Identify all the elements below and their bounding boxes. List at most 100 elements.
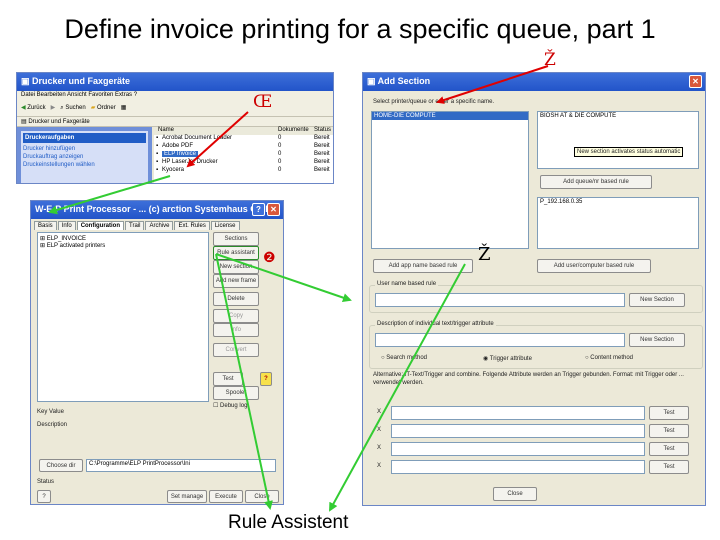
- printer-status: Bereit: [314, 151, 330, 157]
- queue-name-field[interactable]: BIOSH AT & DIE COMPUTE: [537, 111, 699, 169]
- back-button[interactable]: Zurück: [27, 105, 45, 111]
- view-icon[interactable]: ▦: [121, 105, 127, 111]
- app-name-rule-button[interactable]: Add app name based rule: [373, 259, 473, 273]
- step-marker-3-top: Ž: [544, 50, 556, 70]
- task-item-show-jobs[interactable]: Druckauftrag anzeigen: [23, 154, 146, 160]
- help-button[interactable]: ?: [260, 372, 272, 386]
- task-pane: Druckeraufgaben Drucker hinzufügen Druck…: [17, 127, 152, 183]
- queue-list[interactable]: HOME-DIE COMPUTE: [371, 111, 529, 249]
- spooler-button[interactable]: Spooler: [213, 386, 259, 400]
- row-test-button[interactable]: Test: [649, 442, 689, 456]
- column-docs[interactable]: Dokumente: [278, 127, 309, 133]
- ip-address-field[interactable]: P_192.168.0.35: [537, 197, 699, 249]
- condition-field[interactable]: [391, 406, 645, 420]
- list-item[interactable]: ▪ HP LaserJet Drucker 0 Bereit: [154, 159, 333, 167]
- close-icon[interactable]: ✕: [689, 75, 702, 88]
- tab-archive[interactable]: Archive: [145, 221, 174, 230]
- queue-item-selected[interactable]: HOME-DIE COMPUTE: [372, 112, 528, 120]
- choose-dir-button[interactable]: Choose dir: [39, 459, 83, 472]
- tab-trail[interactable]: Trail: [125, 221, 145, 230]
- tree-item[interactable]: ⊞ ELP activated printers: [40, 242, 206, 249]
- copy-button[interactable]: Copy: [213, 309, 259, 323]
- row-test-button[interactable]: Test: [649, 406, 689, 420]
- user-new-section-button[interactable]: New Section: [629, 293, 685, 307]
- list-item-selected[interactable]: ▪ ELP Invoice 0 Bereit: [154, 151, 333, 159]
- tooltip: New section activates status automatic: [574, 147, 684, 157]
- new-section-button[interactable]: New section: [213, 260, 259, 274]
- tree-item[interactable]: ⊞ ELP_INVOICE: [40, 235, 206, 242]
- sections-button[interactable]: Sections: [213, 232, 259, 246]
- add-new-frame-button[interactable]: Add new frame: [213, 274, 259, 288]
- radio-search[interactable]: ○ Search method: [381, 355, 427, 361]
- user-rule-button[interactable]: Add user/computer based rule: [537, 259, 651, 273]
- radio-content-label: Content method: [590, 355, 633, 361]
- test-button[interactable]: Test: [213, 372, 243, 386]
- step-marker-2: ❷: [263, 250, 276, 266]
- print-processor-window: W-E-P Print Processor - ... (c) arction …: [30, 200, 284, 505]
- explorer-menubar[interactable]: Datei Bearbeiten Ansicht Favoriten Extra…: [17, 91, 333, 101]
- tab-license[interactable]: License: [210, 221, 240, 230]
- radio-checked-icon[interactable]: ◉: [483, 356, 490, 362]
- task-item-print-prefs[interactable]: Druckeinstellungen wählen: [23, 162, 146, 168]
- folders-button[interactable]: Ordner: [97, 105, 116, 111]
- row-test-button[interactable]: Test: [649, 460, 689, 474]
- radio-content[interactable]: ○ Content method: [585, 355, 633, 361]
- execute-button[interactable]: Execute: [209, 490, 243, 503]
- dialog-icon: ▣: [367, 76, 378, 86]
- condition-field[interactable]: [391, 460, 645, 474]
- section-tree[interactable]: ⊞ ELP_INVOICE ⊞ ELP activated printers: [37, 232, 209, 402]
- rule-assistant-button[interactable]: Rule assistant: [213, 246, 259, 260]
- column-status[interactable]: Status: [314, 127, 331, 133]
- explorer-titlebar: ▣ Drucker und Faxgeräte: [17, 73, 333, 91]
- bottom-help-button[interactable]: ?: [37, 490, 51, 503]
- printer-status: Bereit: [314, 135, 330, 141]
- search-icon[interactable]: ⌕: [60, 105, 63, 111]
- printer-docs: 0: [278, 151, 282, 157]
- list-item[interactable]: ▪ Acrobat Document Loader 0 Bereit: [154, 135, 333, 143]
- list-item[interactable]: ▪ Adobe PDF 0 Bereit: [154, 143, 333, 151]
- tab-basis[interactable]: Basis: [34, 221, 57, 230]
- forward-icon[interactable]: ▶: [51, 105, 56, 111]
- printer-docs: 0: [278, 159, 282, 165]
- delete-button[interactable]: Delete: [213, 292, 259, 306]
- help-title-button[interactable]: ?: [252, 203, 265, 216]
- printer-status: Bereit: [314, 143, 330, 149]
- back-icon[interactable]: ◀: [21, 105, 26, 111]
- queue-rule-button[interactable]: Add queue/nr based rule: [540, 175, 652, 189]
- checkbox-icon[interactable]: ☐: [213, 403, 220, 409]
- close-icon[interactable]: ✕: [267, 203, 280, 216]
- text-trigger-field[interactable]: [375, 333, 625, 347]
- printer-icon: ▪: [156, 167, 159, 173]
- tab-configuration[interactable]: Configuration: [76, 221, 125, 230]
- task-item-add-printer[interactable]: Drucker hinzufügen: [23, 146, 146, 152]
- info-button[interactable]: Info: [213, 323, 259, 337]
- radio-trigger[interactable]: ◉ Trigger attribute: [483, 355, 532, 362]
- user-name-field[interactable]: [375, 293, 625, 307]
- path-field[interactable]: C:\Programme\ELP PrintProcessor\Ini: [86, 459, 276, 472]
- slide-title: Define invoice printing for a specific q…: [64, 14, 656, 44]
- key-value: Description: [37, 422, 68, 428]
- list-item[interactable]: ▪ Kyocera 0 Bereit: [154, 167, 333, 175]
- tab-info[interactable]: Info: [57, 221, 76, 230]
- add-section-close-button[interactable]: Close: [493, 487, 537, 501]
- column-name[interactable]: Name: [158, 127, 174, 133]
- key-value-label: Key Value: [37, 409, 64, 415]
- set-manage-button[interactable]: Set manage: [167, 490, 207, 503]
- row-label: X: [377, 463, 382, 469]
- row-test-button[interactable]: Test: [649, 424, 689, 438]
- debug-checkbox[interactable]: ☐ Debug log: [213, 402, 247, 409]
- tab-ext-rules[interactable]: Ext. Rules: [174, 221, 210, 230]
- text-new-section-button[interactable]: New Section: [629, 333, 685, 347]
- add-section-dialog: ▣ Add Section ✕ Select printer/queue or …: [362, 72, 706, 506]
- add-section-titlebar: ▣ Add Section ✕: [363, 73, 705, 91]
- condition-field[interactable]: [391, 424, 645, 438]
- search-button[interactable]: Suchen: [65, 105, 85, 111]
- condition-field[interactable]: [391, 442, 645, 456]
- props-close-button[interactable]: Close: [245, 490, 279, 503]
- expand-icon[interactable]: ⊞: [40, 243, 47, 249]
- folder-icon[interactable]: ▰: [91, 105, 96, 111]
- convert-button[interactable]: Convert: [213, 343, 259, 357]
- printer-status: Bereit: [314, 167, 330, 173]
- printer-icon: ▪: [156, 143, 159, 149]
- address-bar[interactable]: ▤ Drucker und Faxgeräte: [17, 117, 333, 127]
